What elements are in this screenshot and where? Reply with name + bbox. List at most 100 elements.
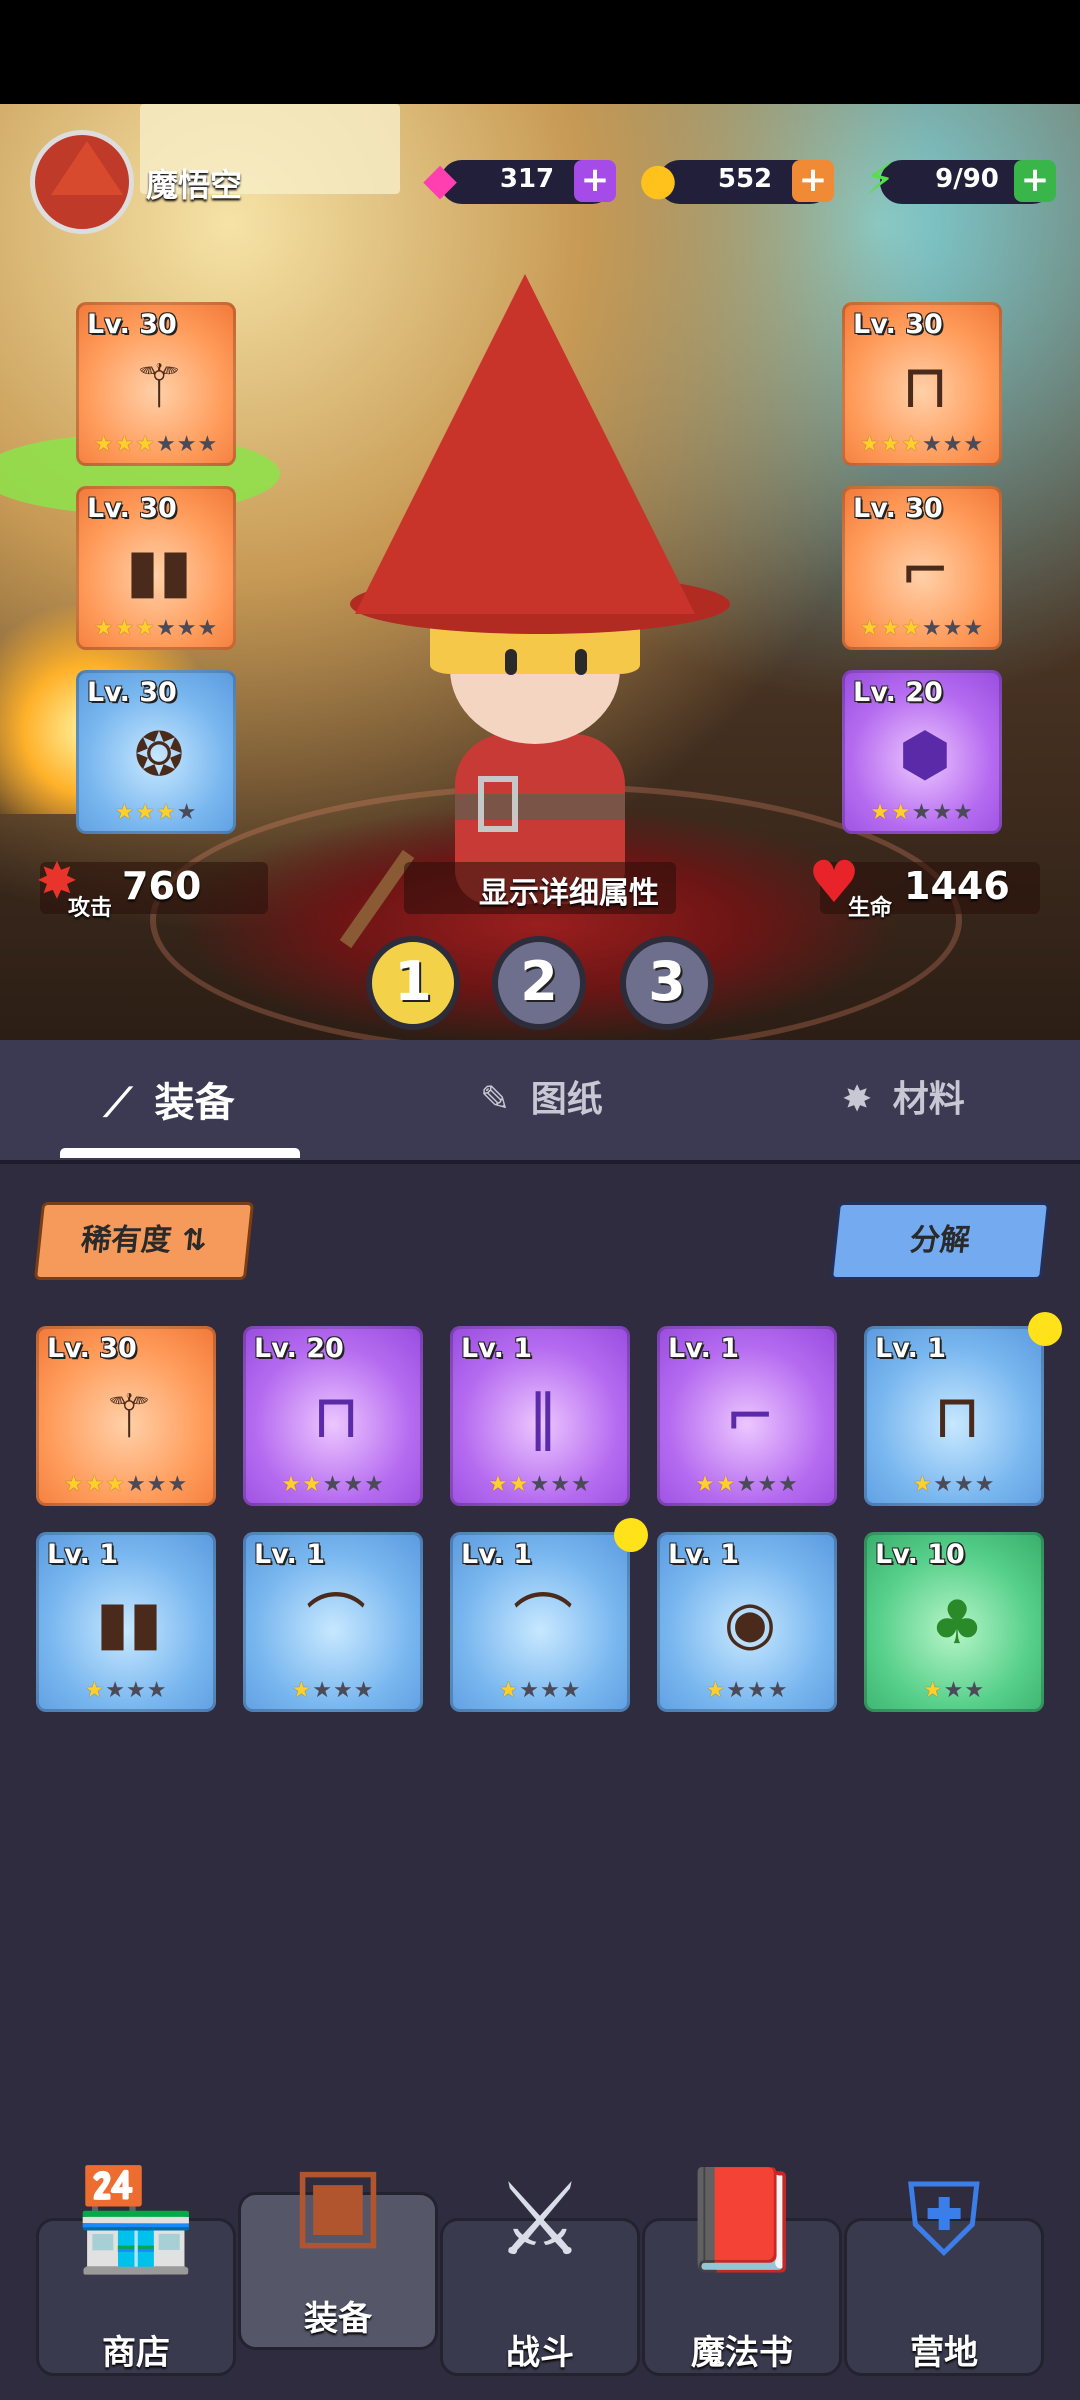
item-level: Lv. 10 [875,1539,965,1570]
pants-icon: ⊓ [901,352,949,422]
amulet-icon: ❂ [133,720,185,790]
inventory-item[interactable]: Lv. 1 ⌒ ★★★★ [243,1532,423,1712]
energy-counter: ⚡ 9/90 + [865,154,1056,205]
greaves-icon: ‖ [528,1382,558,1452]
loadout-2-button[interactable]: 2 [492,936,586,1030]
star-rating: ★★★★★★ [79,432,233,457]
wizard-hat-icon [51,141,123,195]
shoes-icon: ⌒ [306,1588,366,1658]
inventory-item[interactable]: Lv. 10 ♣ ★★★ [864,1532,1044,1712]
tab-materials-label: 材料 [892,1079,965,1120]
inventory-item[interactable]: Lv. 1 ‖ ★★★★★ [450,1326,630,1506]
star-filled-icon: ★ [135,800,156,825]
star-empty-icon: ★ [964,1678,986,1703]
shoes-icon: ⌒ [513,1588,573,1658]
star-empty-icon: ★ [519,1678,540,1703]
star-filled-icon: ★ [508,1472,530,1497]
item-level: Lv. 1 [668,1333,740,1364]
item-level: Lv. 1 [461,1539,533,1570]
nav-shield-button[interactable]: ⛨ 营地 [844,2165,1044,2376]
equipped-slot-6[interactable]: Lv. 20 ⬢ ★★★★★ [842,670,1002,834]
equipped-slot-4[interactable]: Lv. 30 ⊓ ★★★★★★ [842,302,1002,466]
nav-label: 商店 [102,2333,170,2373]
equipped-slot-2[interactable]: Lv. 30 ▮▮ ★★★★★★ [76,486,236,650]
boots-icon: ⌐ [724,1382,776,1452]
star-rating: ★★★★★★ [39,1472,213,1497]
add-gold-button[interactable]: + [792,160,834,202]
star-empty-icon: ★ [550,1472,572,1497]
star-rating: ★★★★★ [453,1472,627,1497]
nav-chest-button[interactable]: ▣ 装备 [238,2147,438,2350]
loadout-3-button[interactable]: 3 [620,936,714,1030]
chest-icon: ▣ [290,2143,386,2260]
star-empty-icon: ★ [571,1472,592,1497]
inventory-item[interactable]: Lv. 1 ⌐ ★★★★★ [657,1326,837,1506]
show-detailed-stats-button[interactable]: 显示详细属性 [404,868,734,912]
star-filled-icon: ★ [114,432,136,457]
star-filled-icon: ★ [870,800,891,825]
staff-icon: ⚚ [102,1382,156,1452]
add-gem-button[interactable]: + [574,160,616,202]
nav-shop-button[interactable]: 🏪 商店 [36,2165,236,2376]
star-empty-icon: ★ [126,1472,147,1497]
equipped-slot-5[interactable]: Lv. 30 ⌐ ★★★★★★ [842,486,1002,650]
star-empty-icon: ★ [922,432,943,457]
sort-by-rarity-button[interactable]: 稀有度 ⇅ [33,1202,255,1280]
star-empty-icon: ★ [105,1678,126,1703]
player-avatar[interactable] [30,130,134,234]
active-tab-indicator [60,1148,300,1158]
inventory-item[interactable]: Lv. 1 ▮▮ ★★★★ [36,1532,216,1712]
item-level: Lv. 1 [875,1333,947,1364]
star-empty-icon: ★ [560,1678,582,1703]
equipped-slot-1[interactable]: Lv. 30 ⚚ ★★★★★★ [76,302,236,466]
star-empty-icon: ★ [540,1678,561,1703]
add-energy-button[interactable]: + [1014,160,1056,202]
star-filled-icon: ★ [488,1472,509,1497]
star-filled-icon: ★ [105,1472,126,1497]
spellbook-icon: 📕 [679,2161,805,2278]
tab-materials[interactable]: ✸ 材料 [842,1070,965,1130]
star-rating: ★★★★ [246,1678,420,1703]
scroll-icon: ✎ [480,1079,511,1120]
star-filled-icon: ★ [912,1472,934,1497]
star-empty-icon: ★ [963,432,985,457]
star-empty-icon: ★ [974,1472,996,1497]
sparkle-icon: ✸ [842,1079,873,1120]
star-filled-icon: ★ [63,1472,85,1497]
star-empty-icon: ★ [747,1678,768,1703]
star-empty-icon: ★ [343,1472,365,1497]
nav-spellbook-button[interactable]: 📕 魔法书 [642,2165,842,2376]
decompose-button[interactable]: 分解 [829,1202,1051,1280]
star-filled-icon: ★ [114,616,136,641]
inventory-item[interactable]: Lv. 20 ⊓ ★★★★★ [243,1326,423,1506]
star-filled-icon: ★ [281,1472,302,1497]
item-level: Lv. 20 [853,677,943,708]
nav-swords-button[interactable]: ⚔ 战斗 [440,2165,640,2376]
star-empty-icon: ★ [176,616,198,641]
star-empty-icon: ★ [312,1678,333,1703]
star-rating: ★★★★ [453,1678,627,1703]
inventory-item[interactable]: Lv. 30 ⚚ ★★★★★★ [36,1326,216,1506]
star-empty-icon: ★ [126,1678,147,1703]
leggings-icon: ▮▮ [95,1588,163,1658]
item-level: Lv. 30 [87,677,177,708]
star-empty-icon: ★ [963,616,985,641]
star-rating: ★★★★★ [845,800,999,825]
boots-icon: ⌐ [899,536,951,606]
star-empty-icon: ★ [943,1678,965,1703]
star-empty-icon: ★ [942,432,964,457]
equipped-slot-3[interactable]: Lv. 30 ❂ ★★★★ [76,670,236,834]
belt-buckle [478,776,518,832]
inventory-item[interactable]: Lv. 1 ◉ ★★★★ [657,1532,837,1712]
star-rating: ★★★★ [39,1678,213,1703]
star-empty-icon: ★ [322,1472,344,1497]
tab-equipment[interactable]: ⟋ 装备 [104,1070,235,1130]
star-filled-icon: ★ [880,616,902,641]
inventory-item[interactable]: Lv. 1 ⊓ ★★★★ [864,1326,1044,1506]
loadout-1-button[interactable]: 1 [366,936,460,1030]
inventory-item[interactable]: Lv. 1 ⌒ ★★★★ [450,1532,630,1712]
swords-icon: ⚔ [495,2161,585,2278]
wizard-eye-left [505,649,517,675]
star-filled-icon: ★ [84,1472,106,1497]
tab-blueprints[interactable]: ✎ 图纸 [480,1070,603,1130]
